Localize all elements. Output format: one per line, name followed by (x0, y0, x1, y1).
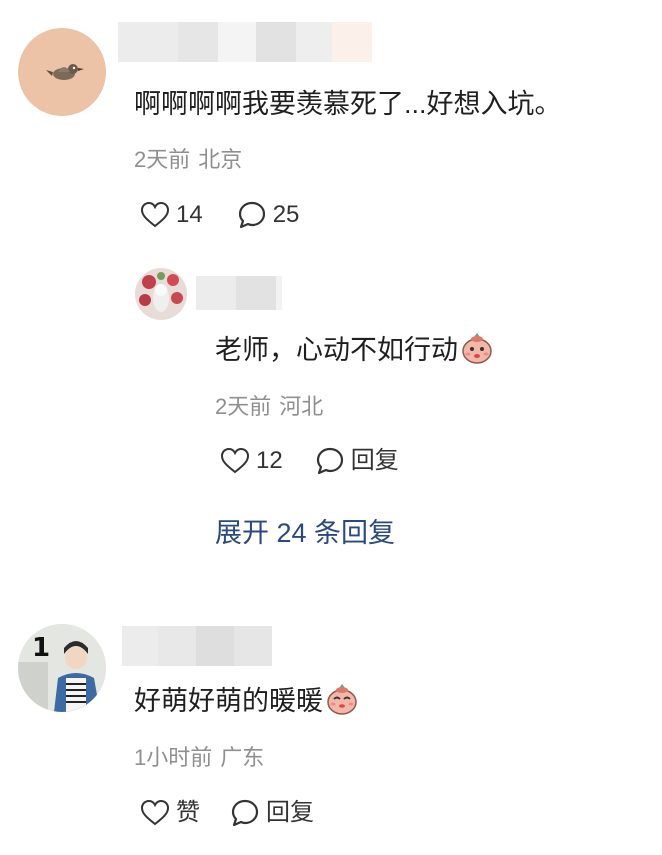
reply-time: 2天前 (215, 394, 272, 419)
comment-location: 广东 (220, 745, 265, 770)
username-blurred[interactable] (118, 22, 372, 62)
expand-replies-link[interactable]: 展开 24 条回复 (215, 515, 395, 551)
emoji-icon (460, 331, 494, 374)
like-label: 赞 (176, 799, 200, 826)
heart-icon (140, 201, 170, 228)
reply-like-button[interactable]: 12 (220, 446, 283, 476)
reply-username-blurred[interactable] (196, 276, 282, 310)
heart-icon (140, 799, 170, 826)
comment-time: 2天前 (134, 147, 191, 172)
comment-actions: 赞 回复 (140, 798, 314, 828)
reply-reply-button[interactable]: 回复 (315, 446, 399, 476)
comment-actions: 14 25 (140, 200, 299, 230)
reply-location: 河北 (279, 394, 324, 419)
comment-location: 北京 (198, 147, 243, 172)
like-count: 14 (176, 201, 203, 228)
comment-time: 1小时前 (134, 745, 213, 770)
like-button[interactable]: 14 (140, 200, 203, 230)
like-button[interactable]: 赞 (140, 798, 200, 828)
reply-avatar[interactable] (135, 268, 187, 320)
avatar[interactable] (18, 28, 106, 116)
reply-label: 回复 (266, 799, 314, 826)
comment-item: 1 好萌好萌的暖暖 1小时前 广东 赞 回复 (0, 600, 662, 855)
comment-bubble-icon (238, 201, 265, 229)
comment-text: 好萌好萌的暖暖 (134, 682, 359, 725)
reply-text: 老师，心动不如行动 (215, 331, 494, 374)
comment-bubble-icon (231, 799, 259, 827)
emoji-icon (325, 682, 359, 725)
comment-meta: 2天前 北京 (134, 146, 242, 174)
reply-like-count: 12 (256, 447, 283, 474)
username-blurred[interactable] (122, 626, 272, 666)
heart-icon (220, 447, 250, 474)
reply-meta: 2天前 河北 (215, 393, 323, 421)
comment-item: 啊啊啊啊我要羡慕死了...好想入坑。 2天前 北京 14 25 老师，心动不如行… (0, 0, 662, 580)
reply-actions: 12 回复 (220, 446, 399, 476)
comment-bubble-icon (316, 447, 343, 475)
comment-meta: 1小时前 广东 (134, 744, 264, 772)
reply-button[interactable]: 25 (237, 200, 300, 230)
avatar[interactable]: 1 (18, 624, 106, 712)
reply-count: 25 (272, 201, 300, 228)
comment-text: 啊啊啊啊我要羡慕死了...好想入坑。 (134, 89, 562, 119)
reply-button[interactable]: 回复 (230, 798, 314, 828)
svg-text:1: 1 (32, 633, 50, 663)
reply-reply-label: 回复 (350, 447, 399, 474)
